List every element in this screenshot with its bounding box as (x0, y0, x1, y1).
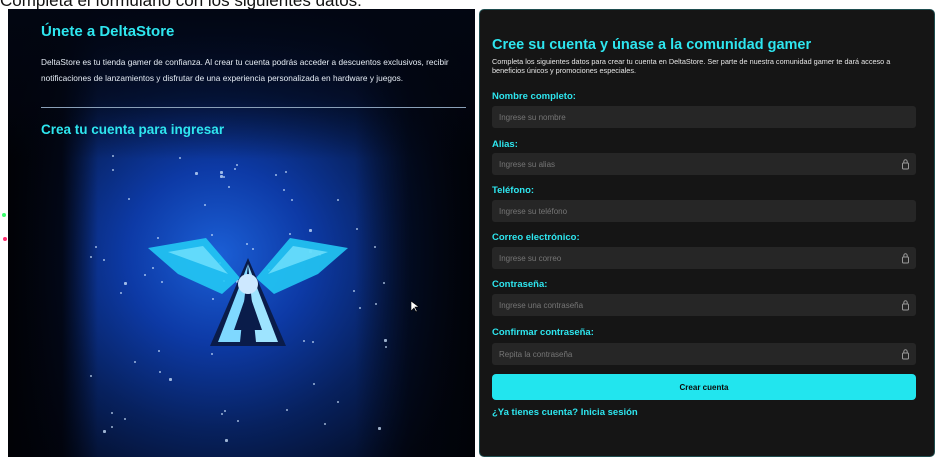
form-title: Cree su cuenta y únase a la comunidad ga… (492, 37, 812, 53)
star (375, 303, 377, 305)
star (236, 164, 238, 166)
hero-panel: Únete a DeltaStore DeltaStore es tu tien… (8, 9, 475, 457)
email-field[interactable] (492, 247, 916, 269)
email-label: Correo electrónico: (492, 232, 580, 243)
star (111, 412, 113, 414)
phone-input[interactable] (492, 200, 916, 222)
star (90, 256, 92, 258)
password-field[interactable] (492, 294, 916, 316)
star (220, 171, 223, 174)
star (120, 292, 122, 294)
edge-indicator-green (2, 213, 6, 217)
star (134, 361, 136, 363)
star (225, 439, 228, 442)
star (374, 246, 376, 248)
star (383, 282, 385, 284)
password-label: Contraseña: (492, 279, 548, 290)
star (124, 418, 126, 420)
lock-icon (902, 159, 909, 170)
star (95, 246, 97, 248)
star (337, 199, 339, 201)
star (90, 375, 92, 377)
star (220, 175, 223, 178)
create-account-button[interactable]: Crear cuenta (492, 374, 916, 400)
star (169, 378, 172, 381)
fullname-field[interactable] (492, 106, 916, 128)
lock-icon (902, 300, 909, 311)
star (286, 409, 288, 411)
phone-label: Teléfono: (492, 185, 535, 196)
star (224, 410, 226, 412)
star (385, 346, 387, 348)
hero-subtitle: Crea tu cuenta para ingresar (41, 122, 225, 137)
star (291, 199, 293, 201)
star (204, 204, 206, 206)
email-input[interactable] (492, 247, 916, 269)
password-input[interactable] (492, 294, 916, 316)
fullname-input[interactable] (492, 106, 916, 128)
star (234, 168, 236, 170)
confirm-password-field[interactable] (492, 343, 916, 365)
signup-form-panel: Cree su cuenta y únase a la comunidad ga… (479, 9, 935, 457)
star (384, 339, 387, 342)
brand-title: Únete a DeltaStore (41, 23, 175, 40)
star (285, 171, 287, 173)
star (112, 155, 114, 157)
star (128, 198, 130, 200)
star (275, 174, 277, 176)
brand-description: DeltaStore es tu tienda gamer de confian… (41, 57, 449, 83)
form-description: Completa los siguientes datos para crear… (492, 57, 891, 75)
alias-input[interactable] (492, 153, 916, 175)
star (378, 427, 381, 430)
alias-field[interactable] (492, 153, 916, 175)
divider (41, 107, 466, 108)
star (324, 423, 326, 425)
star (124, 282, 127, 285)
fullname-label: Nombre completo: (492, 91, 576, 102)
star (237, 420, 239, 422)
star (337, 401, 339, 403)
confirm-password-label: Confirmar contraseña: (492, 327, 594, 338)
star (112, 169, 114, 171)
star (223, 176, 225, 178)
star (179, 157, 181, 159)
star (195, 172, 198, 175)
deltastore-logo-art (148, 238, 348, 346)
confirm-password-input[interactable] (492, 343, 916, 365)
lock-icon (902, 253, 909, 264)
star (228, 186, 230, 188)
star (313, 383, 315, 385)
star (359, 307, 361, 309)
star (356, 228, 358, 230)
star (103, 430, 106, 433)
star (353, 290, 355, 292)
star (111, 426, 113, 428)
alias-label: Alias: (492, 139, 518, 150)
star (283, 189, 285, 191)
lock-icon (902, 349, 909, 360)
star (144, 274, 146, 276)
star (159, 371, 161, 373)
mouse-cursor-icon (411, 301, 419, 313)
login-link[interactable]: ¿Ya tienes cuenta? Inicia sesión (492, 407, 638, 418)
phone-field[interactable] (492, 200, 916, 222)
star (103, 259, 105, 261)
star (309, 229, 312, 232)
edge-indicator-pink (3, 237, 7, 241)
star (221, 413, 223, 415)
